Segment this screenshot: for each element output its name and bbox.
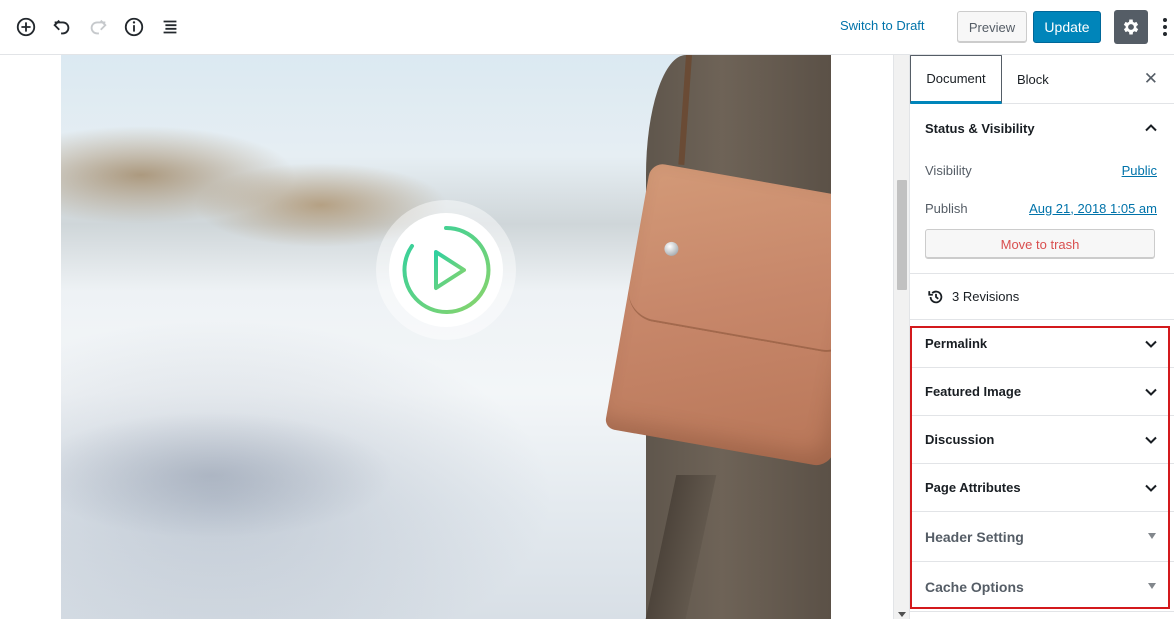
visibility-row: Visibility Public: [925, 151, 1159, 189]
discussion-panel-toggle[interactable]: Discussion: [910, 416, 1174, 464]
tab-document[interactable]: Document: [910, 55, 1002, 104]
permalink-panel-toggle[interactable]: Permalink: [910, 320, 1174, 368]
panel-title: Featured Image: [925, 384, 1022, 399]
cache-options-metabox-toggle[interactable]: Cache Options: [910, 562, 1174, 612]
add-block-icon[interactable]: [13, 14, 39, 40]
close-icon[interactable]: ✕: [1144, 70, 1158, 87]
more-options-button[interactable]: [1158, 14, 1172, 40]
caret-down-icon: [1148, 533, 1156, 539]
scrollbar-thumb[interactable]: [897, 180, 907, 290]
revisions-link[interactable]: 3 Revisions: [910, 274, 1174, 320]
status-visibility-panel: Visibility Public Publish Aug 21, 2018 1…: [910, 151, 1174, 274]
chevron-up-icon: [1145, 124, 1157, 132]
history-icon: [928, 290, 943, 303]
chevron-down-icon: [1145, 436, 1157, 444]
switch-to-draft-link[interactable]: Switch to Draft: [840, 18, 925, 33]
update-button[interactable]: Update: [1033, 11, 1101, 43]
page-attributes-panel-toggle[interactable]: Page Attributes: [910, 464, 1174, 512]
panel-title: Permalink: [925, 336, 988, 351]
sidebar-tabs: Document Block ✕: [910, 55, 1174, 104]
editor-toolbar: Switch to Draft Preview Update: [0, 0, 1174, 55]
preview-button[interactable]: Preview: [957, 11, 1027, 43]
publish-row: Publish Aug 21, 2018 1:05 am: [925, 189, 1159, 227]
revisions-label: 3 Revisions: [952, 289, 1020, 304]
status-visibility-panel-toggle[interactable]: Status & Visibility: [910, 104, 1174, 152]
settings-sidebar: Document Block ✕ Status & Visibility Vis…: [909, 55, 1174, 619]
outline-icon[interactable]: [157, 14, 183, 40]
editor-canvas: [0, 55, 893, 619]
editor-scrollbar[interactable]: [893, 55, 909, 619]
undo-icon[interactable]: [49, 14, 75, 40]
metabox-title: Header Setting: [925, 528, 1024, 545]
redo-icon[interactable]: [85, 14, 111, 40]
info-icon[interactable]: [121, 14, 147, 40]
publish-label: Publish: [925, 200, 968, 216]
scroll-down-arrow-icon[interactable]: [898, 612, 906, 617]
settings-button[interactable]: [1114, 10, 1148, 44]
chevron-down-icon: [1145, 340, 1157, 348]
panel-title: Page Attributes: [925, 480, 1021, 495]
move-to-trash-button[interactable]: Move to trash: [925, 229, 1155, 259]
caret-down-icon: [1148, 583, 1156, 589]
featured-image-panel-toggle[interactable]: Featured Image: [910, 368, 1174, 416]
header-setting-metabox-toggle[interactable]: Header Setting: [910, 512, 1174, 562]
publish-date-link[interactable]: Aug 21, 2018 1:05 am: [1029, 201, 1157, 216]
metabox-title: Cache Options: [925, 578, 1024, 595]
panel-title: Status & Visibility: [925, 120, 1035, 136]
gear-icon: [1123, 19, 1139, 35]
chevron-down-icon: [1145, 484, 1157, 492]
video-play-button[interactable]: [376, 200, 516, 340]
visibility-value-link[interactable]: Public: [1122, 163, 1157, 178]
visibility-label: Visibility: [925, 162, 972, 178]
featured-video-image[interactable]: [61, 55, 831, 619]
chevron-down-icon: [1145, 388, 1157, 396]
play-icon: [402, 225, 491, 314]
panel-title: Discussion: [925, 432, 995, 447]
tab-block[interactable]: Block: [1017, 55, 1049, 104]
